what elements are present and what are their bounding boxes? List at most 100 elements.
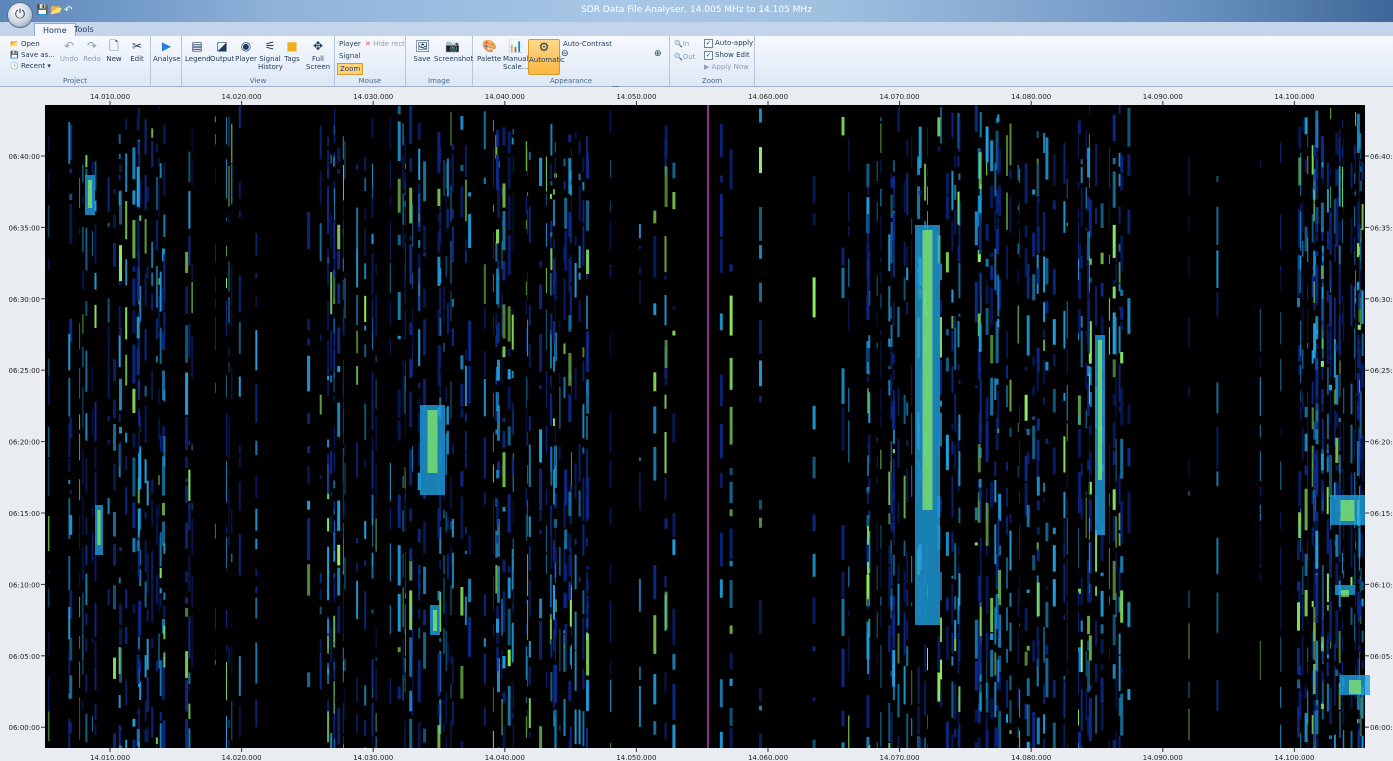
zoom-in-button[interactable]: 🔍In xyxy=(674,39,689,49)
tags-button[interactable]: ■ Tags xyxy=(283,39,301,63)
signal-segment xyxy=(132,220,136,259)
legend-button[interactable]: ▤ Legend xyxy=(185,39,211,63)
signal-segment xyxy=(553,239,555,250)
signal-segment xyxy=(343,281,344,300)
signal-segment xyxy=(82,592,84,633)
image-save-button[interactable]: 🖼 Save xyxy=(412,39,432,63)
signal-segment xyxy=(94,224,97,264)
signal-segment xyxy=(759,207,762,241)
signal-segment xyxy=(890,324,893,347)
signal-segment xyxy=(841,525,845,560)
quick-undo-icon[interactable]: ↶ xyxy=(64,5,72,16)
signal-segment xyxy=(155,737,158,745)
signal-segment xyxy=(880,609,882,628)
zoom-in-icon[interactable]: ⊕ xyxy=(654,49,662,59)
signal-segment xyxy=(492,687,494,712)
manual-scale-button[interactable]: 📊 Manual Scale... xyxy=(503,39,529,71)
signal-segment xyxy=(445,630,447,671)
full-screen-button[interactable]: ✥ Full Screen xyxy=(306,39,330,71)
signal-segment xyxy=(191,282,193,313)
zoom-out-button[interactable]: 🔍Out xyxy=(674,52,695,62)
signal-segment xyxy=(356,677,359,702)
signal-hotspot-core xyxy=(97,510,101,545)
signal-segment xyxy=(1080,689,1083,731)
save-as-button[interactable]: 💾 Save as... xyxy=(10,50,55,60)
waterfall-background[interactable] xyxy=(45,105,1365,748)
signal-segment xyxy=(1188,459,1190,478)
signal-segment xyxy=(1335,412,1339,429)
freq-tick-label-bottom: 14.070.000 xyxy=(880,754,920,761)
signal-segment xyxy=(125,456,128,471)
signal-segment xyxy=(890,406,893,420)
signal-segment xyxy=(342,702,344,734)
signal-segment xyxy=(664,518,668,529)
hide-rect-button[interactable]: ✕ Hide rect xyxy=(365,39,405,49)
undo-button[interactable]: ↶ Undo xyxy=(58,39,80,63)
signal-segment xyxy=(48,426,50,458)
player-button[interactable]: ◉ Player xyxy=(235,39,257,63)
signal-segment xyxy=(559,386,561,429)
edit-button[interactable]: ✂ Edit xyxy=(126,39,148,63)
show-edit-checkbox[interactable]: ✓ Show Edit xyxy=(704,50,750,60)
signal-segment xyxy=(719,731,723,748)
signal-segment xyxy=(307,500,311,510)
signal-segment xyxy=(582,590,585,615)
signal-segment xyxy=(1315,251,1319,257)
signal-segment xyxy=(1112,516,1116,542)
zoom-out-icon[interactable]: ⊖ xyxy=(561,49,569,59)
signal-segment xyxy=(501,699,503,736)
signal-segment xyxy=(159,568,162,578)
signal-segment xyxy=(812,277,816,318)
signal-segment xyxy=(1259,504,1261,513)
signal-segment xyxy=(159,596,162,607)
signal-segment xyxy=(951,112,954,138)
signal-segment xyxy=(1335,437,1339,463)
signal-segment xyxy=(1361,598,1364,607)
automatic-button[interactable]: ⚙ Automatic xyxy=(528,39,565,75)
signal-segment xyxy=(512,501,514,525)
signal-history-button[interactable]: ⚟ Signal History xyxy=(258,39,283,71)
signal-segment xyxy=(344,321,346,336)
new-button[interactable]: 🗋 New xyxy=(104,39,124,63)
signal-segment xyxy=(412,203,414,247)
palette-button[interactable]: 🎨 Palette xyxy=(477,39,501,63)
signal-segment xyxy=(653,721,657,735)
open-button[interactable]: 📂 Open xyxy=(10,39,40,49)
redo-button[interactable]: ↷ Redo xyxy=(82,39,102,63)
analyse-button[interactable]: ▶ Analyse xyxy=(153,39,181,63)
application-menu-button[interactable]: ⏻ xyxy=(7,2,33,28)
signal-segment xyxy=(1085,651,1087,677)
screenshot-button[interactable]: 📷 Screenshot xyxy=(434,39,473,63)
tab-tools[interactable]: Tools xyxy=(66,23,102,36)
recent-button[interactable]: 🕓 Recent ▾ xyxy=(10,61,51,71)
signal-segment xyxy=(68,122,71,164)
signal-segment xyxy=(397,494,401,528)
quick-save-icon[interactable]: 💾 xyxy=(36,5,48,16)
signal-segment xyxy=(118,334,121,368)
output-button[interactable]: ◪ Output xyxy=(210,39,234,63)
mouse-signal-button[interactable]: Signal xyxy=(339,51,361,61)
waterfall-plot[interactable]: 14.010.00014.010.00014.020.00014.020.000… xyxy=(0,87,1393,761)
signal-segment xyxy=(759,245,762,259)
waterfall-viewer[interactable]: 14.010.000 14.010.000 14.020.000 14.020.000… xyxy=(0,87,1393,761)
signal-segment xyxy=(1329,735,1332,739)
signal-segment xyxy=(1066,384,1068,421)
signal-segment xyxy=(1297,539,1300,561)
signal-segment xyxy=(1302,201,1304,232)
quick-open-icon[interactable]: 📂 xyxy=(50,5,62,16)
auto-apply-checkbox[interactable]: ✓ Auto-apply xyxy=(704,38,753,48)
signal-segment xyxy=(502,417,506,422)
signal-segment xyxy=(437,725,441,748)
signal-segment xyxy=(958,573,961,606)
signal-segment xyxy=(1063,310,1066,349)
apply-now-button[interactable]: ▶ Apply Now xyxy=(704,62,749,72)
mouse-zoom-button[interactable]: Zoom xyxy=(337,63,364,75)
signal-segment xyxy=(483,307,486,330)
mouse-player-button[interactable]: Player xyxy=(339,39,361,49)
signal-segment xyxy=(1045,137,1049,180)
signal-segment xyxy=(1315,352,1319,381)
signal-segment xyxy=(586,728,588,748)
signal-segment xyxy=(1361,363,1364,388)
signal-segment xyxy=(402,193,404,226)
signal-segment xyxy=(333,738,335,748)
